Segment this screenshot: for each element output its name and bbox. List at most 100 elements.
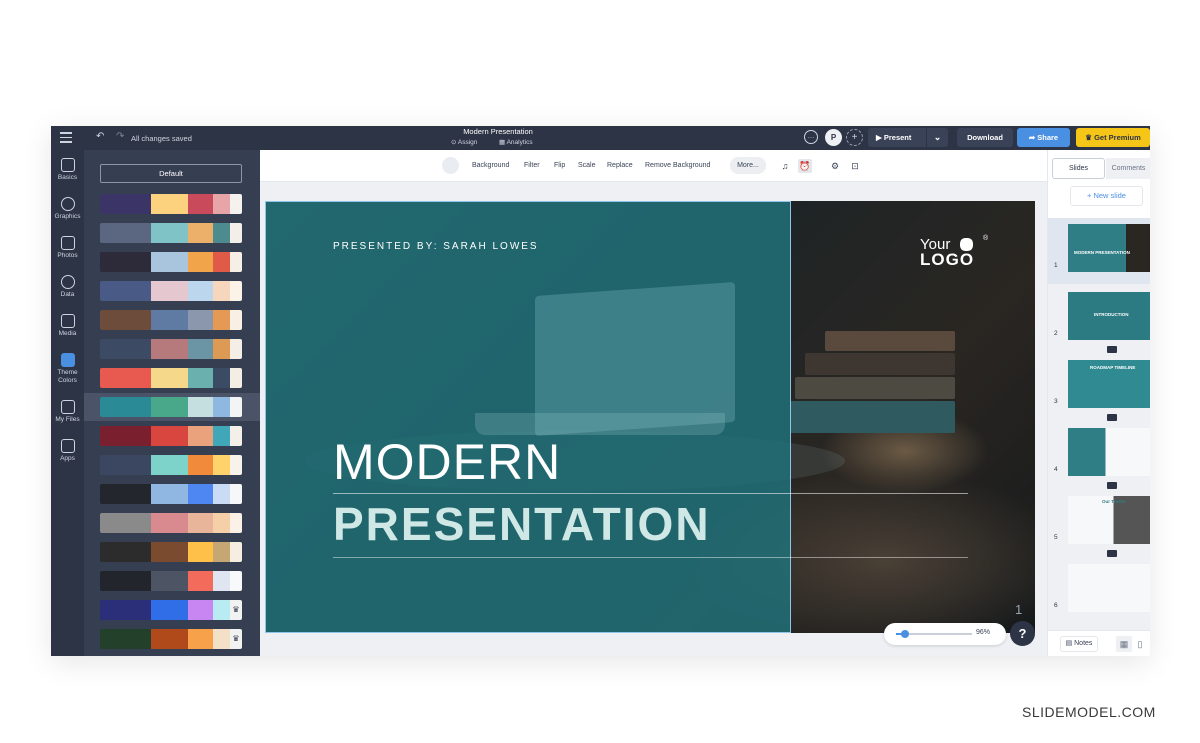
- rail-item-basics[interactable]: Basics: [51, 158, 84, 182]
- help-button[interactable]: ?: [1010, 621, 1035, 646]
- transition-icon[interactable]: [1107, 346, 1117, 353]
- comment-icon[interactable]: …: [804, 130, 818, 144]
- slide-thumbnail[interactable]: [1068, 564, 1150, 612]
- slide-thumbnail-row[interactable]: 6: [1048, 558, 1150, 624]
- alarm-icon[interactable]: ⏰: [798, 159, 812, 173]
- assign-button[interactable]: ⊙ Assign: [451, 138, 477, 146]
- color-swatch: [188, 368, 213, 388]
- menu-icon[interactable]: [60, 132, 72, 143]
- get-premium-button[interactable]: ♛ Get Premium: [1076, 128, 1150, 147]
- replace-button[interactable]: Replace: [607, 162, 633, 169]
- slide-thumbnail[interactable]: MODERN PRESENTATION: [1068, 224, 1150, 272]
- new-slide-button[interactable]: + New slide: [1070, 186, 1143, 206]
- share-label: Share: [1037, 133, 1059, 142]
- color-palette-option[interactable]: [100, 397, 242, 417]
- slide-thumbnail[interactable]: [1068, 428, 1150, 476]
- color-palette-option[interactable]: [100, 194, 242, 214]
- color-swatch: [213, 484, 230, 504]
- grid-view-icon[interactable]: ▦: [1116, 636, 1132, 652]
- transition-icon[interactable]: [1107, 482, 1117, 489]
- color-palette-option[interactable]: [100, 484, 242, 504]
- slide-thumbnail-row[interactable]: 5 Our Theme: [1048, 490, 1150, 557]
- color-palette-option[interactable]: [100, 368, 242, 388]
- color-palette-option[interactable]: [100, 455, 242, 475]
- rail-item-theme-colors[interactable]: Theme Colors: [51, 353, 84, 385]
- color-palette-option[interactable]: [100, 223, 242, 243]
- transition-icon[interactable]: [1107, 414, 1117, 421]
- color-swatch: [100, 339, 151, 359]
- settings-icon[interactable]: ⚙: [828, 159, 842, 173]
- redo-icon[interactable]: ↷: [116, 131, 124, 142]
- slides-panel: Slides Comments + New slide 1 MODERN PRE…: [1047, 150, 1150, 656]
- thumbnail-title: Our Theme: [1102, 499, 1126, 504]
- zoom-slider-handle[interactable]: [901, 630, 910, 638]
- rail-item-apps[interactable]: Apps: [51, 439, 84, 463]
- add-collaborator-icon[interactable]: +: [846, 129, 863, 146]
- slide-thumbnail-row[interactable]: 1 MODERN PRESENTATION: [1048, 218, 1150, 284]
- color-swatch: [100, 194, 151, 214]
- scale-button[interactable]: Scale: [578, 162, 596, 169]
- color-swatch: [213, 542, 230, 562]
- slide-thumbnail[interactable]: ROADMAP TIMELINE: [1068, 360, 1150, 408]
- present-label: Present: [883, 133, 912, 142]
- zoom-control[interactable]: 96%: [884, 623, 1006, 645]
- color-palette-option[interactable]: [100, 426, 242, 446]
- color-swatch: [213, 281, 230, 301]
- color-palette-option[interactable]: [100, 571, 242, 591]
- color-swatch: [100, 484, 151, 504]
- slide-thumbnail-row[interactable]: 3 ROADMAP TIMELINE: [1048, 354, 1150, 421]
- color-palette-option[interactable]: [100, 281, 242, 301]
- color-palette-option[interactable]: [100, 310, 242, 330]
- color-swatch: [151, 281, 188, 301]
- filter-button[interactable]: Filter: [524, 162, 540, 169]
- tab-slides[interactable]: Slides: [1052, 158, 1105, 179]
- slide-thumbnail-row[interactable]: 4: [1048, 422, 1150, 489]
- slide-thumbnail[interactable]: Our Theme: [1068, 496, 1150, 544]
- remove-background-button[interactable]: Remove Background: [645, 162, 710, 169]
- crop-icon[interactable]: ⊡: [848, 159, 862, 173]
- tab-comments[interactable]: Comments: [1106, 158, 1150, 179]
- more-button[interactable]: More...: [730, 157, 766, 174]
- undo-icon[interactable]: ↶: [96, 131, 104, 142]
- color-palette-option[interactable]: ♛: [100, 629, 242, 649]
- rail-item-media[interactable]: Media: [51, 314, 84, 338]
- notes-button[interactable]: ▤ Notes: [1060, 636, 1098, 652]
- transition-icon[interactable]: [1107, 550, 1117, 557]
- color-swatch: [151, 629, 188, 649]
- color-swatch: [188, 542, 213, 562]
- color-swatch: [100, 310, 151, 330]
- color-palette-option[interactable]: ♛: [100, 600, 242, 620]
- color-swatch: [213, 223, 230, 243]
- music-icon[interactable]: ♫: [778, 159, 792, 173]
- rail-item-my-files[interactable]: My Files: [51, 400, 84, 424]
- present-button[interactable]: ▶ Present ⌄: [868, 128, 948, 147]
- color-palette-option[interactable]: [100, 339, 242, 359]
- chevron-down-icon[interactable]: ⌄: [926, 128, 948, 147]
- background-button[interactable]: Background: [472, 162, 509, 169]
- color-picker-icon[interactable]: [442, 157, 459, 174]
- color-palette-option[interactable]: [100, 542, 242, 562]
- slide-title-line2[interactable]: PRESENTATION: [333, 497, 711, 551]
- rail-item-data[interactable]: Data: [51, 275, 84, 299]
- slide-thumbnail[interactable]: INTRODUCTION: [1068, 292, 1150, 340]
- default-palette-button[interactable]: Default: [100, 164, 242, 183]
- flip-button[interactable]: Flip: [554, 162, 565, 169]
- presenter-text[interactable]: PRESENTED BY: SARAH LOWES: [333, 241, 539, 252]
- book-shape: [805, 353, 955, 375]
- slide-number: 6: [1054, 602, 1058, 609]
- rail-item-photos[interactable]: Photos: [51, 236, 84, 260]
- premium-label: Get Premium: [1094, 133, 1141, 142]
- analytics-button[interactable]: ▦ Analytics: [499, 138, 533, 146]
- share-button[interactable]: ➦ Share: [1017, 128, 1070, 147]
- download-button[interactable]: Download: [957, 128, 1013, 147]
- slide-thumbnail-row[interactable]: 2 INTRODUCTION: [1048, 286, 1150, 353]
- list-view-icon[interactable]: ▯: [1134, 636, 1146, 652]
- slide-canvas[interactable]: PRESENTED BY: SARAH LOWES Your LOGO ® MO…: [265, 201, 1035, 633]
- color-palette-option[interactable]: [100, 252, 242, 272]
- slide-title-line1[interactable]: MODERN: [333, 433, 561, 491]
- avatar[interactable]: P: [825, 129, 842, 146]
- color-palette-option[interactable]: [100, 513, 242, 533]
- document-title[interactable]: Modern Presentation: [431, 127, 565, 136]
- logo-placeholder[interactable]: Your LOGO ®: [920, 235, 988, 268]
- rail-item-graphics[interactable]: Graphics: [51, 197, 84, 221]
